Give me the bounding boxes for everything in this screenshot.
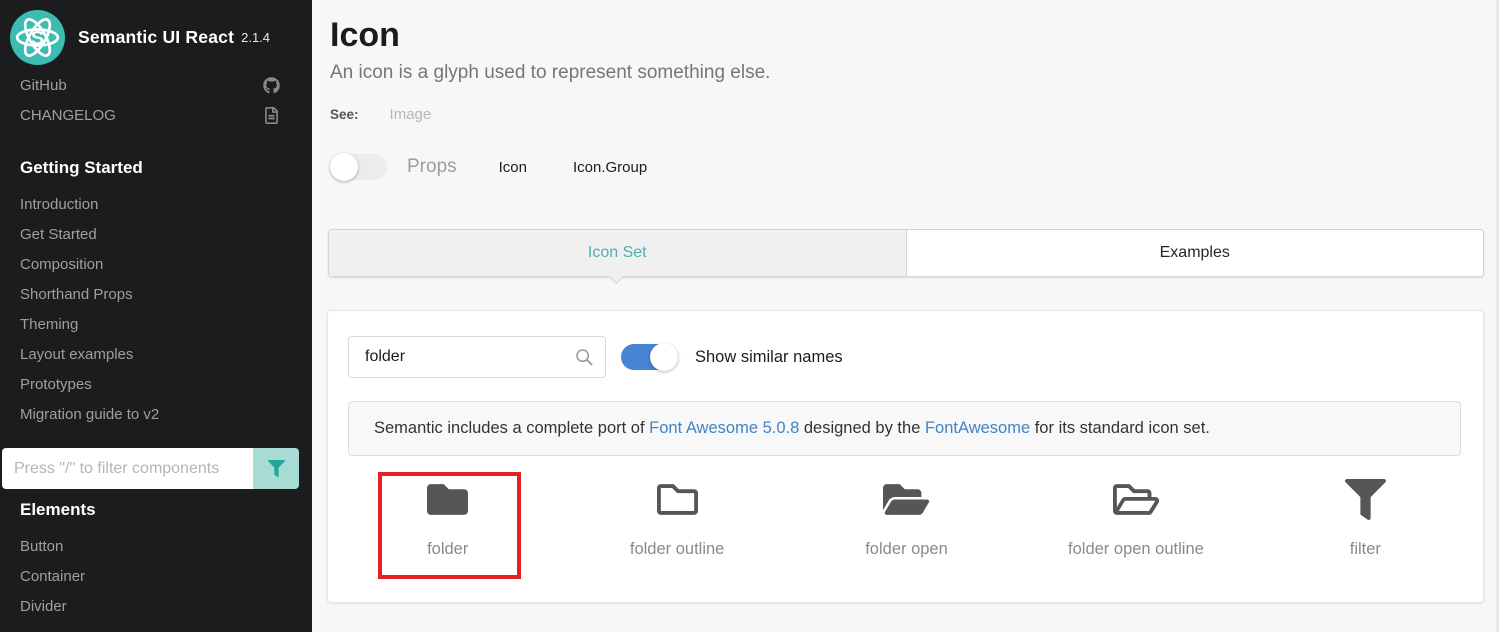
folder-open-solid-icon [883, 479, 929, 520]
folder-solid-icon [427, 479, 468, 520]
props-toggle[interactable] [330, 154, 387, 180]
app-version: 2.1.4 [241, 30, 270, 45]
show-similar-toggle-knob [650, 343, 678, 371]
sidebar: S Semantic UI React 2.1.4 GitHub CHANGEL… [0, 0, 312, 632]
svg-text:S: S [31, 28, 44, 50]
props-toggle-label: Props [407, 156, 457, 178]
folder-outline-icon [657, 479, 698, 520]
logo-link[interactable]: S Semantic UI React 2.1.4 [10, 10, 270, 65]
icon-search-input[interactable] [348, 336, 606, 378]
icon-cell-filter[interactable]: filter [1251, 479, 1480, 559]
icon-cell-folder[interactable]: folder [333, 479, 562, 559]
filter-icon [1345, 479, 1386, 520]
link-font-awesome-version[interactable]: Font Awesome 5.0.8 [649, 419, 799, 438]
tab-icon-set[interactable]: Icon Set [329, 230, 906, 276]
file-icon [263, 107, 280, 124]
icon-label: folder open [792, 540, 1021, 559]
show-similar-toggle[interactable] [621, 344, 678, 370]
icon-set-panel: Show similar names Semantic includes a c… [327, 310, 1484, 603]
sidebar-item-prototypes[interactable]: Prototypes [0, 369, 312, 399]
sidebar-item-button[interactable]: Button [0, 531, 312, 561]
icon-cell-folder-outline[interactable]: folder outline [562, 479, 791, 559]
semantic-ui-react-logo-icon: S [10, 10, 65, 65]
icon-cell-folder-open[interactable]: folder open [792, 479, 1021, 559]
icon-label: folder outline [562, 540, 791, 559]
sidebar-item-composition[interactable]: Composition [0, 249, 312, 279]
section-title-getting-started: Getting Started [20, 158, 143, 178]
sidebar-item-migration-guide[interactable]: Migration guide to v2 [0, 399, 312, 429]
tab-bar: Icon Set Examples [328, 229, 1484, 277]
page-title: Icon [330, 16, 400, 55]
sidebar-item-layout-examples[interactable]: Layout examples [0, 339, 312, 369]
sidebar-item-changelog[interactable]: CHANGELOG [0, 100, 312, 130]
folder-open-outline-icon [1113, 479, 1159, 520]
icon-cell-folder-open-outline[interactable]: folder open outline [1021, 479, 1250, 559]
filter-icon [268, 460, 285, 477]
see-link-image[interactable]: Image [390, 106, 432, 123]
sidebar-item-container[interactable]: Container [0, 561, 312, 591]
tab-examples[interactable]: Examples [906, 230, 1484, 276]
icon-label: folder open outline [1021, 540, 1250, 559]
see-also-row: See: Image [330, 106, 431, 123]
search-icon [575, 348, 593, 366]
fontawesome-message: Semantic includes a complete port of Fon… [348, 401, 1461, 456]
component-filter-input[interactable] [2, 448, 253, 489]
show-similar-label[interactable]: Show similar names [695, 348, 843, 367]
link-fontawesome[interactable]: FontAwesome [925, 419, 1030, 438]
menu-item-icon-group[interactable]: Icon.Group [573, 159, 647, 176]
page-subtitle: An icon is a glyph used to represent som… [330, 62, 770, 84]
changelog-label: CHANGELOG [20, 107, 116, 124]
main-content: Icon An icon is a glyph used to represen… [312, 0, 1499, 632]
icon-label: filter [1251, 540, 1480, 559]
sidebar-item-introduction[interactable]: Introduction [0, 189, 312, 219]
props-toggle-knob [330, 153, 358, 181]
see-label: See: [330, 107, 359, 122]
message-text: for its standard icon set. [1030, 419, 1210, 438]
app-title: Semantic UI React [78, 27, 234, 48]
github-label: GitHub [20, 77, 67, 94]
component-filter [2, 448, 299, 489]
message-text: Semantic includes a complete port of [374, 419, 649, 438]
show-similar-row: Show similar names [621, 344, 843, 370]
sidebar-item-divider[interactable]: Divider [0, 591, 312, 621]
sidebar-item-get-started[interactable]: Get Started [0, 219, 312, 249]
sidebar-item-theming[interactable]: Theming [0, 309, 312, 339]
icon-search [348, 336, 606, 378]
sidebar-item-github[interactable]: GitHub [0, 70, 312, 100]
icon-results-grid: folder folder outline folder open folder… [333, 479, 1480, 559]
filter-button[interactable] [253, 448, 299, 489]
menu-item-icon[interactable]: Icon [499, 159, 527, 176]
section-title-elements: Elements [20, 500, 96, 520]
props-row: Props Icon Icon.Group [330, 153, 647, 181]
sidebar-item-shorthand-props[interactable]: Shorthand Props [0, 279, 312, 309]
github-icon [263, 77, 280, 94]
message-text: designed by the [799, 419, 925, 438]
icon-label: folder [333, 540, 562, 559]
active-tab-pointer-icon [609, 269, 625, 285]
